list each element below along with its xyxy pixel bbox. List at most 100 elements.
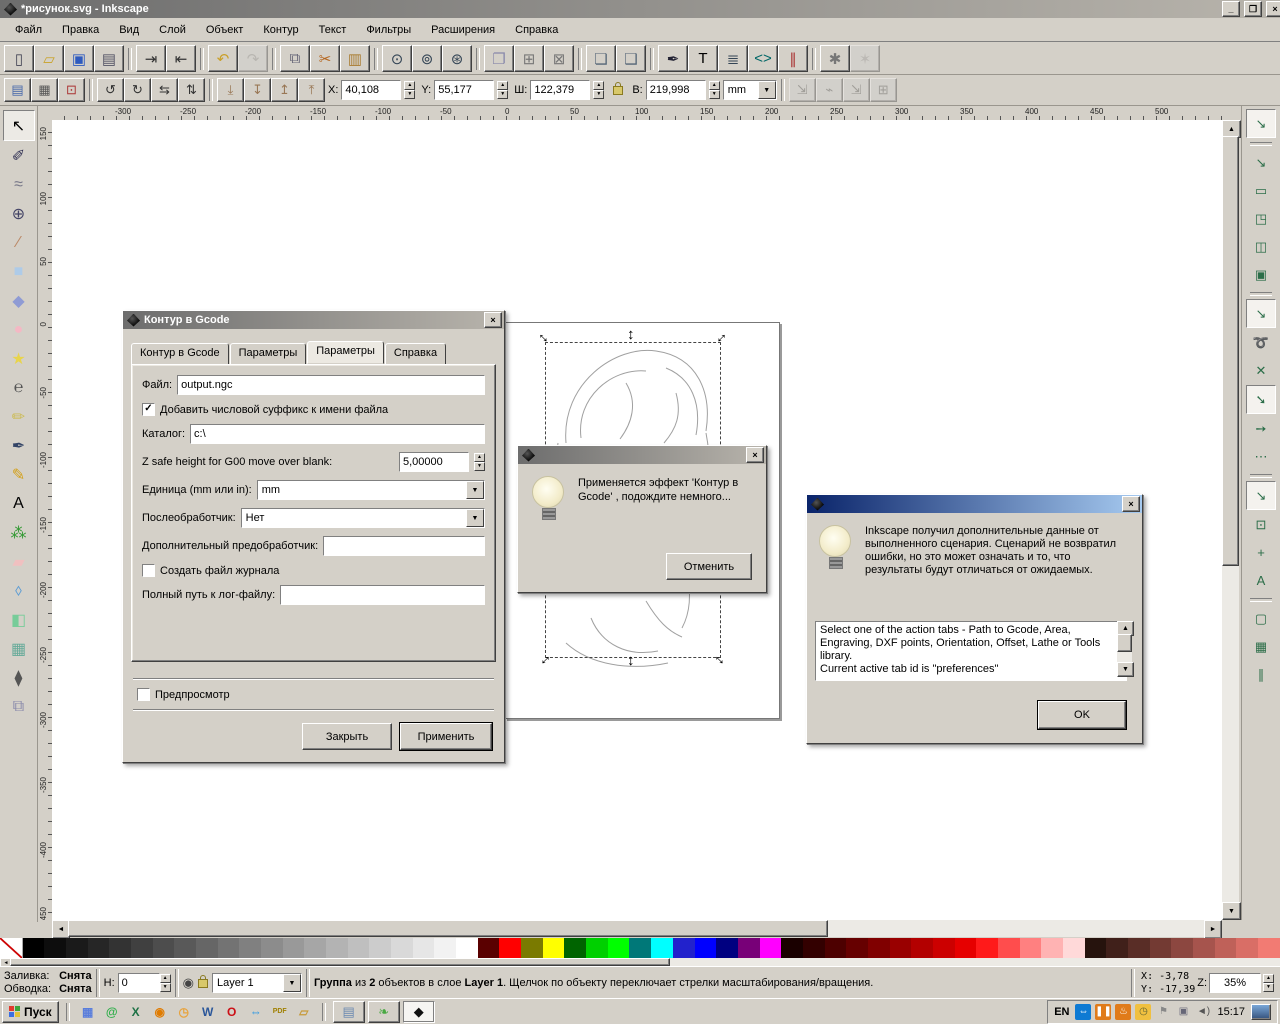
palette-swatch[interactable] xyxy=(22,938,45,958)
create-clone-button[interactable]: ⊞ xyxy=(514,45,544,72)
numeric-suffix-checkbox[interactable]: ✓ xyxy=(142,403,155,416)
scroll-down-icon[interactable]: ▼ xyxy=(1222,902,1241,920)
menu-Вид[interactable]: Вид xyxy=(110,21,148,39)
tool-connector[interactable]: ⧉ xyxy=(4,692,34,721)
snap-bbox-corners[interactable]: ◳ xyxy=(1247,205,1275,232)
language-indicator[interactable]: EN xyxy=(1054,1006,1069,1018)
organizer-quicklaunch[interactable]: ◷ xyxy=(173,1002,195,1022)
menu-Контур[interactable]: Контур xyxy=(254,21,307,39)
palette-swatch[interactable] xyxy=(1192,938,1215,958)
print-button[interactable]: ▤ xyxy=(94,45,124,72)
snap-bbox-edges[interactable]: ▭ xyxy=(1247,177,1275,204)
menu-Фильтры[interactable]: Фильтры xyxy=(357,21,420,39)
palette-swatch[interactable] xyxy=(174,938,197,958)
zoom-input[interactable] xyxy=(1209,973,1261,993)
flag-tray-icon[interactable]: ⚑ xyxy=(1155,1004,1171,1020)
palette-swatch[interactable] xyxy=(1041,938,1063,958)
notepad-window-taskbar-button[interactable]: ▤ xyxy=(332,1000,365,1023)
log-path-input[interactable] xyxy=(280,585,485,605)
palette-swatch[interactable] xyxy=(629,938,652,958)
snap-object-centers[interactable]: ⊡ xyxy=(1247,511,1275,538)
width-spinner[interactable]: ▲ ▼ xyxy=(593,81,605,99)
palette-swatch[interactable] xyxy=(0,938,23,958)
graphics-window-taskbar-button[interactable]: ❧ xyxy=(367,1000,400,1023)
cut-button[interactable]: ✂ xyxy=(310,45,340,72)
ungroup-button[interactable]: ❑ xyxy=(616,45,646,72)
ok-button[interactable]: OK xyxy=(1037,700,1127,730)
close-dialog-button[interactable]: Закрыть xyxy=(302,723,392,750)
snap-others[interactable]: ↘ xyxy=(1246,481,1276,510)
zoom-selection-button[interactable]: ⊙ xyxy=(382,45,412,72)
tab-Справка[interactable]: Справка xyxy=(384,343,447,366)
palette-swatch[interactable] xyxy=(1257,938,1280,958)
menu-Файл[interactable]: Файл xyxy=(6,21,51,39)
apply-button[interactable]: Применить xyxy=(399,722,493,751)
zsafe-input[interactable] xyxy=(399,452,469,472)
palette-swatch[interactable] xyxy=(694,938,717,958)
rotate-cw-button[interactable]: ↻ xyxy=(124,78,151,102)
tool-calligraphy[interactable]: ✎ xyxy=(4,460,34,489)
tool-tweak[interactable]: ≈ xyxy=(4,170,34,199)
opacity-input[interactable] xyxy=(117,973,160,993)
deselect-button[interactable]: ⊡ xyxy=(58,78,85,102)
palette-swatch[interactable] xyxy=(759,938,782,958)
script-details-box[interactable]: Select one of the action tabs - Path to … xyxy=(815,621,1127,681)
layers-dialog-button[interactable]: ≣ xyxy=(718,45,748,72)
palette-swatch[interactable] xyxy=(672,938,695,958)
palette-swatch[interactable] xyxy=(889,938,912,958)
palette-swatch[interactable] xyxy=(846,938,868,958)
height-spinner[interactable]: ▲ ▼ xyxy=(708,81,720,99)
menu-Правка[interactable]: Правка xyxy=(53,21,108,39)
palette-swatch[interactable] xyxy=(304,938,327,958)
text-dialog-button[interactable]: T xyxy=(688,45,718,72)
snap-bbox-centers[interactable]: ▣ xyxy=(1247,261,1275,288)
tool-mesh-gradient[interactable]: ▦ xyxy=(4,634,34,663)
tool-spiral[interactable]: ℮ xyxy=(4,373,34,402)
menu-Текст[interactable]: Текст xyxy=(310,21,356,39)
new-document-button[interactable]: ▯ xyxy=(4,45,34,72)
palette-swatch[interactable] xyxy=(239,938,262,958)
palette-swatch[interactable] xyxy=(564,938,587,958)
volume-tray-icon[interactable]: ◄) xyxy=(1195,1004,1211,1020)
height-input[interactable] xyxy=(645,80,706,100)
select-all-button[interactable]: ▤ xyxy=(4,78,31,102)
palette-swatch[interactable] xyxy=(976,938,998,958)
zsafe-spinner[interactable]: ▲ ▼ xyxy=(474,453,485,471)
palette-swatch[interactable] xyxy=(932,938,955,958)
snap-page-border[interactable]: ▢ xyxy=(1247,605,1275,632)
palette-swatch[interactable] xyxy=(152,938,175,958)
y-spinner[interactable]: ▲ ▼ xyxy=(497,81,509,99)
group-button[interactable]: ❏ xyxy=(586,45,616,72)
selection-handle[interactable]: ↕ xyxy=(627,327,635,342)
palette-swatch[interactable] xyxy=(542,938,565,958)
scroll-right-icon[interactable]: ► xyxy=(1204,920,1222,939)
palette-swatch[interactable] xyxy=(326,938,348,958)
close-icon[interactable]: × xyxy=(1122,496,1140,512)
palette-scrollbar[interactable]: ◄ xyxy=(0,958,1280,968)
snap-smooth-nodes[interactable]: ➙ xyxy=(1247,415,1275,442)
snap-text-baselines[interactable]: A xyxy=(1247,567,1275,594)
palette-swatch[interactable] xyxy=(954,938,977,958)
palette-swatch[interactable] xyxy=(412,938,435,958)
opacity-spinner[interactable]: ▲ ▼ xyxy=(159,974,171,992)
palette-swatch[interactable] xyxy=(997,938,1020,958)
palette-swatch[interactable] xyxy=(1214,938,1237,958)
snap-bbox-edge-midpoints[interactable]: ◫ xyxy=(1247,233,1275,260)
undo-button[interactable]: ↶ xyxy=(208,45,238,72)
flip-horizontal-button[interactable]: ⇆ xyxy=(151,78,178,102)
palette-swatch[interactable] xyxy=(1106,938,1128,958)
palette-swatch[interactable] xyxy=(1062,938,1085,958)
update-tray-icon[interactable]: ♨ xyxy=(1115,1003,1132,1020)
details-scrollbar[interactable]: ▲ ▼ xyxy=(1117,621,1134,677)
opera-quicklaunch[interactable]: O xyxy=(221,1002,243,1022)
import-button[interactable]: ⇥ xyxy=(136,45,166,72)
snap-path-intersections[interactable]: ✕ xyxy=(1247,357,1275,384)
inkscape-window-taskbar-button[interactable]: ◆ xyxy=(402,1000,435,1023)
save-document-button[interactable]: ▣ xyxy=(64,45,94,72)
snap-cusp-nodes[interactable]: ➘ xyxy=(1246,385,1276,414)
tool-measure[interactable]: ∕ xyxy=(4,228,34,257)
tool-paint-bucket[interactable]: ⬨ xyxy=(4,576,34,605)
lower-to-bottom-button[interactable]: ⤓ xyxy=(217,78,244,102)
palette-swatch[interactable] xyxy=(434,938,457,958)
preferences-button[interactable]: ✱ xyxy=(820,45,850,72)
